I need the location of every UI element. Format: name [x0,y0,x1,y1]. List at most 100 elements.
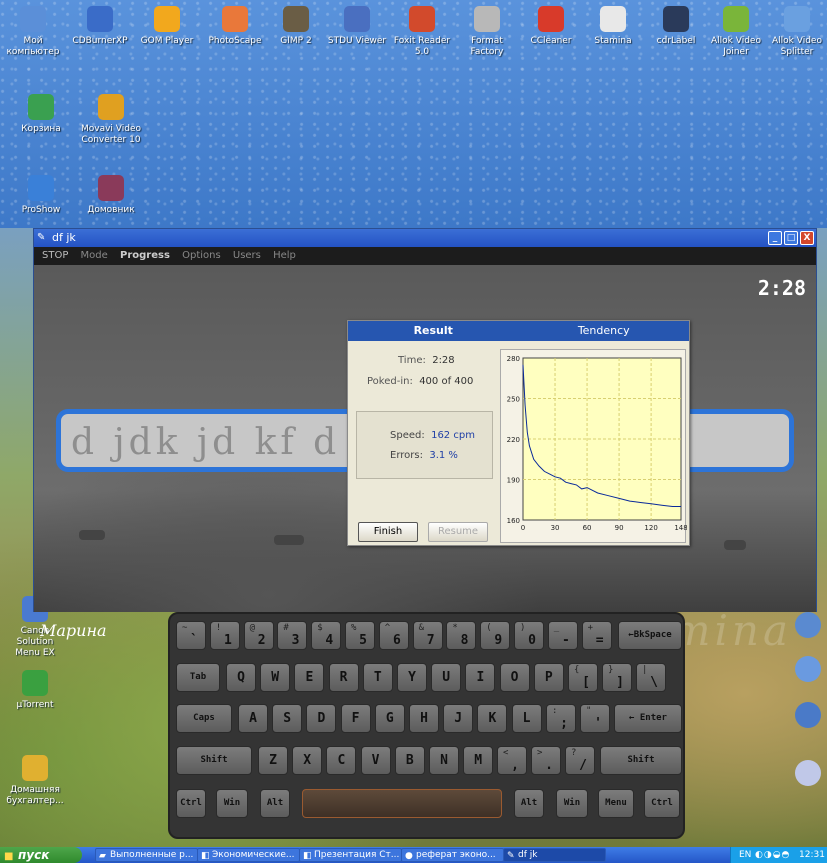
key-tab[interactable]: Tab [176,663,220,692]
key-enter[interactable]: ← Enter [614,704,682,733]
key-q[interactable]: Q [226,663,256,692]
desktop-icon-right-2[interactable] [782,656,827,686]
key-2[interactable]: @2 [243,621,274,650]
key-left-alt[interactable]: Alt [260,789,290,818]
menu-help[interactable]: Help [273,250,296,261]
key-x[interactable]: X [292,746,323,775]
menu-progress[interactable]: Progress [120,250,170,261]
key-slash[interactable]: ? / [565,746,595,775]
desktop-icon-cdrlabel[interactable]: cdrLabel [645,6,707,47]
key-`[interactable]: ~ ` [176,621,206,650]
key-z[interactable]: Z [258,746,288,775]
tab-tendency[interactable]: Tendency [519,321,690,341]
taskbar-task[interactable]: ▰ Выполненные р... [95,848,198,862]
key-v[interactable]: V [360,746,391,775]
key-right-ctrl[interactable]: Ctrl [644,789,680,818]
maximize-button[interactable]: □ [784,231,798,245]
desktop-icon-movavi[interactable]: Movavi Video Converter 10 [80,94,142,146]
key-=[interactable]: + = [581,621,612,650]
key-menu[interactable]: Menu [598,789,634,818]
key-7[interactable]: & 7 [412,621,443,650]
window-titlebar[interactable]: ✎ df jk _ □ X [34,229,816,247]
menu-users[interactable]: Users [233,250,261,261]
key-a[interactable]: A [238,704,268,733]
key-bracket-0[interactable]: {[ [568,663,598,692]
key-8[interactable]: * 8 [446,621,477,650]
key-n[interactable]: N [429,746,459,775]
menu-options[interactable]: Options [182,250,221,261]
key-left-ctrl[interactable]: Ctrl [176,789,206,818]
key-m[interactable]: M [463,746,494,775]
key-y[interactable]: Y [397,663,427,692]
desktop-icon-gom-player[interactable]: GOM Player [136,6,198,47]
close-button[interactable]: X [800,231,814,245]
key-right-alt[interactable]: Alt [514,789,544,818]
key-p[interactable]: P [533,663,564,692]
key-0[interactable]: ) 0 [514,621,544,650]
key-quote[interactable]: " ' [580,704,610,733]
key-backspace[interactable]: ←BkSpace [618,621,682,650]
key-t[interactable]: T [362,663,393,692]
desktop-icon-allok-video-splitter[interactable]: Allok Video Splitter [766,6,827,58]
taskbar-task[interactable]: ◧ Презентация Ст... [299,848,402,862]
resume-button[interactable]: Resume [428,522,488,542]
desktop-icon-photoscape[interactable]: PhotoScape [204,6,266,47]
key-k[interactable]: K [477,704,508,733]
desktop-icon-ccleaner[interactable]: CCleaner [520,6,582,47]
taskbar-task[interactable]: ◧ Экономические... [197,848,300,862]
language-indicator[interactable]: EN [739,847,751,863]
key-j[interactable]: J [443,704,474,733]
key-period[interactable]: >. [531,746,561,775]
key-5[interactable]: % 5 [345,621,375,650]
key-h[interactable]: H [409,704,439,733]
tray-icons[interactable]: ◐◑◒◓ [755,847,790,863]
desktop-icon-home-accounting[interactable]: Домашняя бухгалтер... [4,755,66,807]
taskbar-task[interactable]: ✎ df jk [503,848,606,862]
desktop-icon-domovnik[interactable]: Домовник [80,175,142,216]
desktop-icon-allok-video-joiner[interactable]: Allok Video Joiner [705,6,767,58]
key-e[interactable]: E [294,663,325,692]
key-i[interactable]: I [465,663,496,692]
desktop-icon-right-4[interactable] [782,760,827,790]
desktop-icon-gimp[interactable]: GIMP 2 [265,6,327,47]
key-r[interactable]: R [328,663,359,692]
key-o[interactable]: O [499,663,530,692]
desktop-icon-recycle-bin[interactable]: Корзина [10,94,72,135]
finish-button[interactable]: Finish [358,522,418,542]
menu-mode[interactable]: Mode [81,250,108,261]
minimize-button[interactable]: _ [768,231,782,245]
key-comma[interactable]: <, [497,746,527,775]
desktop-icon-stdu-viewer[interactable]: STDU Viewer [326,6,388,47]
desktop-icon-proshow[interactable]: ProShow [10,175,72,216]
menu-stop[interactable]: STOP [42,250,68,261]
key-3[interactable]: #3 [277,621,308,650]
tab-result[interactable]: Result [348,321,519,341]
key-backslash[interactable]: | \ [636,663,666,692]
desktop-icon-utorrent[interactable]: µTorrent [4,670,66,711]
key-right-shift[interactable]: Shift [600,746,682,775]
taskbar-task[interactable]: ● реферат эконо... [401,848,504,862]
key--[interactable]: _ - [547,621,578,650]
desktop-icon-stamina[interactable]: Stamina [582,6,644,47]
desktop-icon-right-3[interactable] [782,702,827,732]
key-u[interactable]: U [431,663,462,692]
key-semicolon[interactable]: :; [546,704,576,733]
key-left-shift[interactable]: Shift [176,746,252,775]
desktop-icon-foxit-reader[interactable]: Foxit Reader 5.0 [391,6,453,58]
key-d[interactable]: D [306,704,337,733]
key-g[interactable]: G [374,704,405,733]
key-caps-lock[interactable]: Caps [176,704,232,733]
key-9[interactable]: (9 [480,621,511,650]
key-f[interactable]: F [340,704,371,733]
key-space[interactable] [302,789,502,818]
key-l[interactable]: L [511,704,542,733]
key-4[interactable]: $4 [311,621,342,650]
key-b[interactable]: B [394,746,425,775]
key-c[interactable]: C [326,746,357,775]
key-w[interactable]: W [260,663,291,692]
key-left-win[interactable]: Win [216,789,248,818]
key-s[interactable]: S [272,704,303,733]
key-right-win[interactable]: Win [556,789,588,818]
desktop-icon-my-computer[interactable]: Мой компьютер [2,6,64,58]
start-button[interactable]: ■ пуск [0,847,82,863]
